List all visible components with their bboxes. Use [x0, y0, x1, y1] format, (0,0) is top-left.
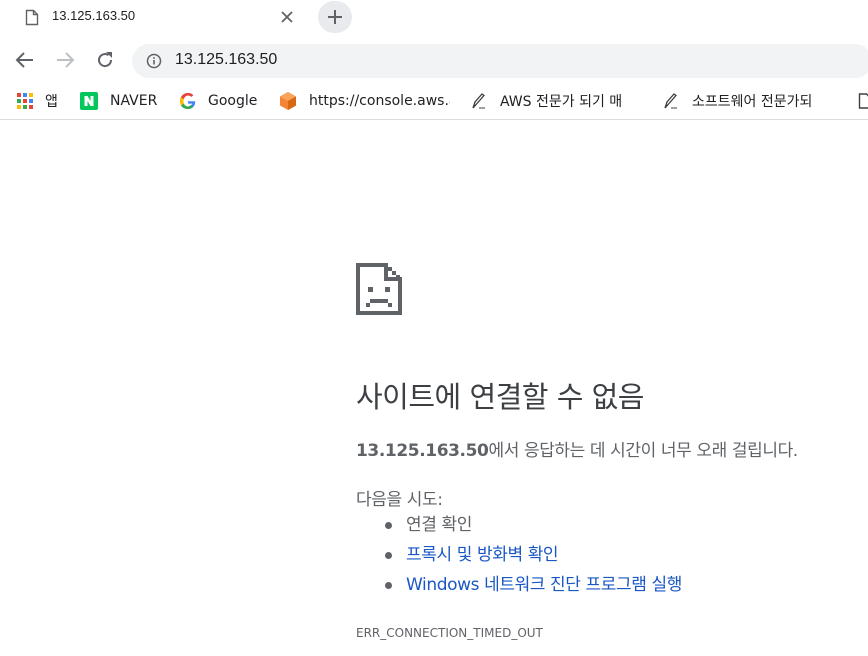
bookmark-software-expert[interactable]: 소프트웨어 전문가되 — [662, 90, 830, 112]
reload-icon — [98, 52, 113, 68]
url-text[interactable]: 13.125.163.50 — [175, 51, 277, 69]
try-label: 다음을 시도: — [356, 490, 443, 510]
suggestion-check-proxy-link[interactable]: 프록시 및 방화벽 확인 — [406, 545, 559, 565]
error-host: 13.125.163.50 — [356, 441, 489, 461]
aws-icon — [280, 92, 296, 110]
list-item: 연결 확인 — [356, 513, 682, 543]
tab-title: 13.125.163.50 — [52, 8, 136, 23]
list-item: 프록시 및 방화벽 확인 — [356, 543, 682, 573]
tab-active[interactable]: 13.125.163.50 — [0, 0, 310, 36]
reload-button[interactable] — [93, 48, 117, 72]
bookmark-aws-expert[interactable]: AWS 전문가 되기 매 — [470, 90, 622, 112]
back-arrow-icon — [15, 52, 33, 68]
bookmark-label: AWS 전문가 되기 매 — [500, 94, 623, 110]
page-icon — [858, 93, 868, 109]
bookmark-naver[interactable]: NAVER — [80, 90, 157, 112]
tab-strip: 13.125.163.50 — [0, 0, 868, 36]
error-code: ERR_CONNECTION_TIMED_OUT — [356, 626, 543, 640]
sad-page-icon — [356, 263, 402, 315]
list-item: Windows 네트워크 진단 프로그램 실행 — [356, 573, 682, 603]
suggestion-check-connection: 연결 확인 — [406, 515, 472, 535]
google-icon — [180, 93, 196, 109]
bookmark-label: 앱 — [45, 94, 58, 110]
bookmark-label: 소프트웨어 전문가되 — [692, 94, 813, 110]
error-description: 13.125.163.50에서 응답하는 데 시간이 너무 오래 걸립니다. — [356, 436, 798, 461]
forward-arrow-icon — [57, 52, 75, 68]
bookmark-google[interactable]: Google — [179, 90, 257, 112]
suggestion-network-diagnostics-link[interactable]: Windows 네트워크 진단 프로그램 실행 — [406, 575, 682, 595]
bookmark-apps[interactable]: 앱 — [16, 90, 58, 112]
suggestion-list: 연결 확인 프록시 및 방화벽 확인 Windows 네트워크 진단 프로그램 … — [356, 513, 682, 603]
bookmark-label: Google — [208, 93, 258, 109]
pen-icon — [664, 93, 677, 109]
error-description-text: 에서 응답하는 데 시간이 너무 오래 걸립니다. — [488, 441, 798, 461]
naver-icon — [80, 92, 98, 110]
back-button[interactable] — [13, 48, 37, 72]
toolbar: 13.125.163.50 — [0, 36, 868, 84]
plus-icon — [328, 10, 342, 24]
close-icon[interactable] — [280, 10, 294, 24]
error-page: 사이트에 연결할 수 없음 13.125.163.50에서 응답하는 데 시간이… — [0, 121, 868, 656]
bookmark-label: https://console.aws.a — [309, 93, 450, 109]
forward-button[interactable] — [53, 48, 77, 72]
info-icon[interactable] — [146, 53, 162, 69]
bookmarks-bar: 앱 NAVER Google https://console.aws.a AWS… — [0, 84, 868, 120]
new-tab-button[interactable] — [318, 1, 352, 33]
bookmark-label: NAVER — [110, 93, 158, 109]
bookmark-more[interactable] — [858, 90, 868, 112]
apps-grid-icon — [17, 93, 33, 109]
pen-icon — [472, 93, 485, 109]
address-bar[interactable]: 13.125.163.50 — [132, 44, 868, 78]
page-icon — [25, 9, 39, 26]
bookmark-aws-console[interactable]: https://console.aws.a — [278, 90, 450, 112]
error-heading: 사이트에 연결할 수 없음 — [356, 380, 644, 414]
